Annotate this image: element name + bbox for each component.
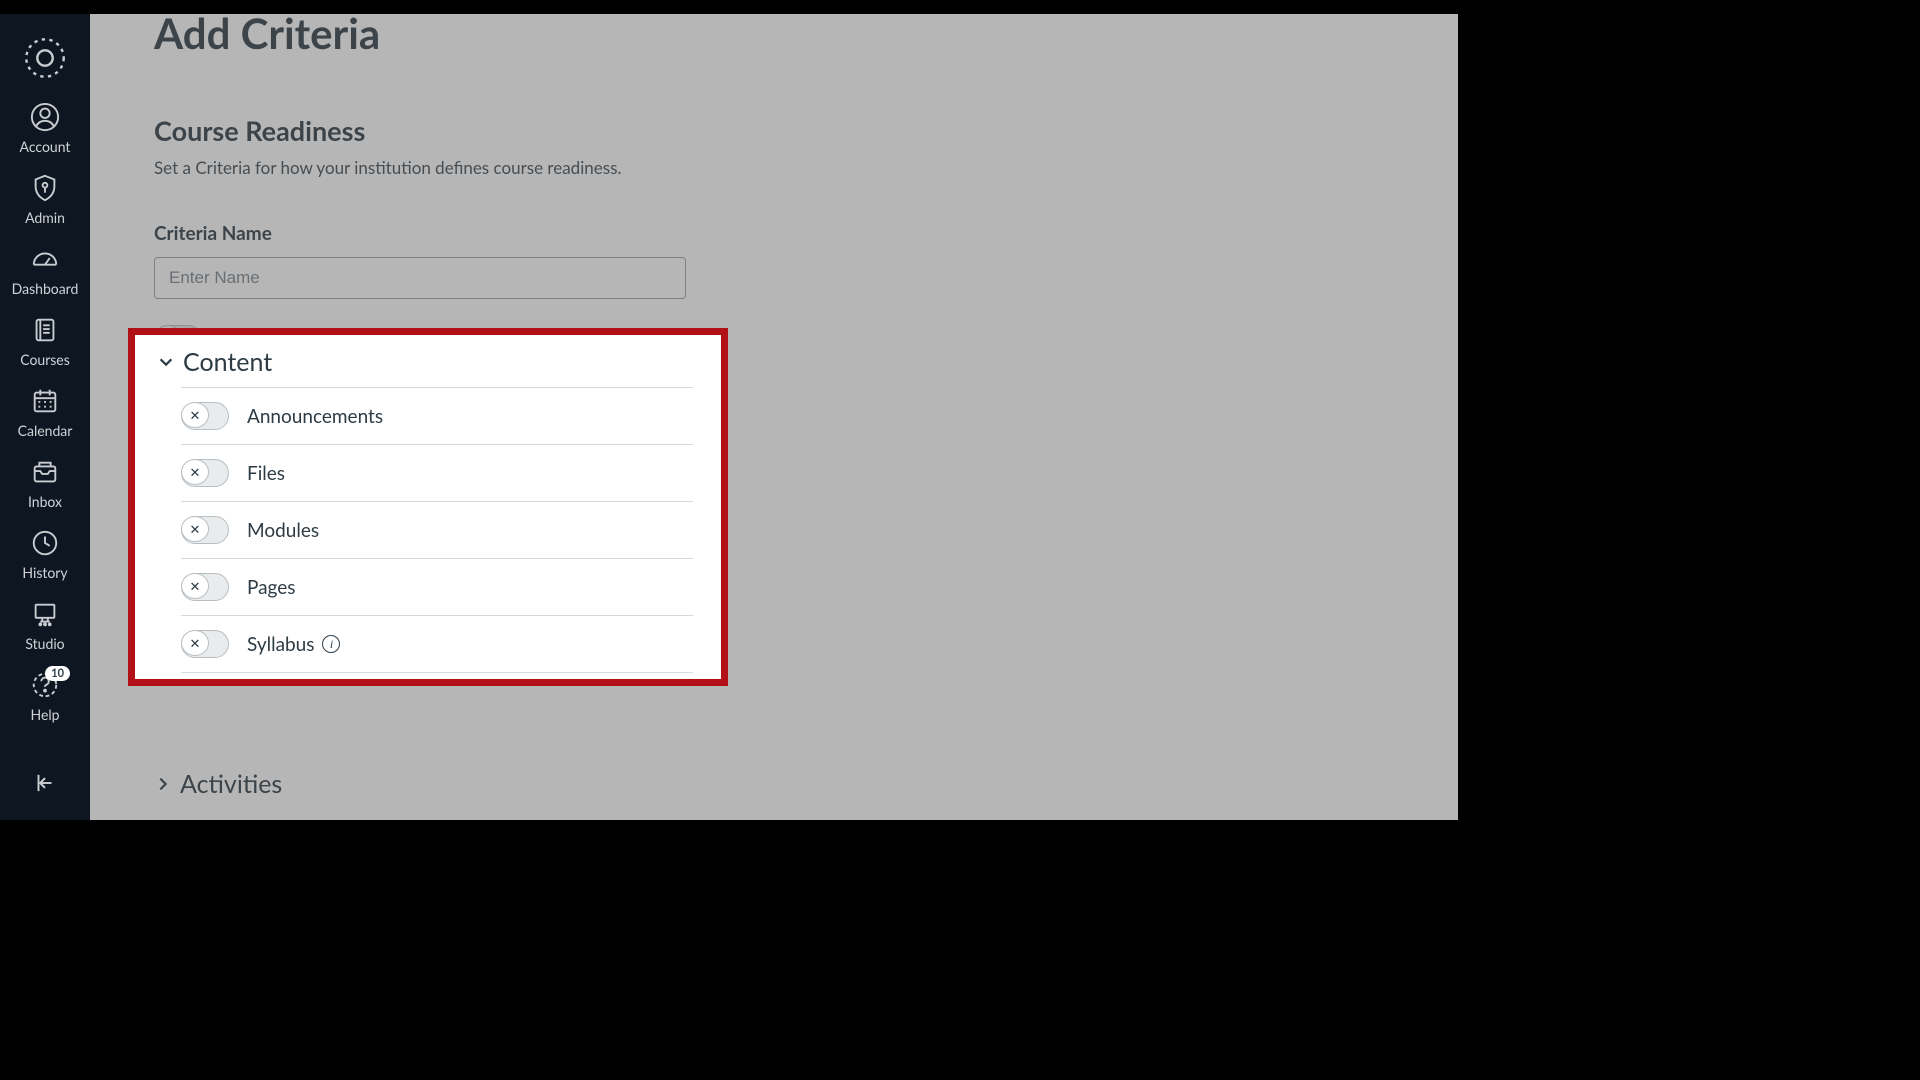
- content-title: Content: [183, 347, 272, 377]
- info-icon[interactable]: i: [322, 635, 340, 653]
- criteria-name-label: Criteria Name: [154, 222, 1458, 245]
- x-icon: ✕: [181, 459, 209, 485]
- nav-history[interactable]: History: [0, 520, 90, 591]
- x-icon: ✕: [181, 516, 209, 542]
- toggle-announcements[interactable]: ✕: [181, 402, 229, 430]
- content-collapsible-header[interactable]: Content: [157, 347, 693, 377]
- nav-label: Inbox: [28, 493, 62, 510]
- canvas-logo-icon[interactable]: [23, 36, 67, 80]
- content-item-files: ✕ Files: [181, 444, 693, 501]
- section-title: Course Readiness: [154, 114, 1458, 147]
- content-label: Syllabus i: [247, 633, 340, 656]
- nav-label: Calendar: [18, 422, 73, 439]
- content-item-pages: ✕ Pages: [181, 558, 693, 615]
- nav-account[interactable]: Account: [0, 94, 90, 165]
- nav-label: Studio: [25, 635, 64, 652]
- content-item-syllabus: ✕ Syllabus i: [181, 615, 693, 673]
- toggle-modules[interactable]: ✕: [181, 516, 229, 544]
- nav-calendar[interactable]: Calendar: [0, 378, 90, 449]
- nav-label: History: [22, 564, 67, 581]
- nav-admin[interactable]: Admin: [0, 165, 90, 236]
- nav-help[interactable]: 10 Help: [0, 662, 90, 733]
- page-title: Add Criteria: [154, 8, 1458, 58]
- content-section-highlight: Content ✕ Announcements ✕ Files: [128, 328, 728, 686]
- activities-collapsible-header[interactable]: Activities: [154, 769, 1458, 799]
- content-label: Files: [247, 462, 285, 485]
- x-icon: ✕: [181, 402, 209, 428]
- toggle-files[interactable]: ✕: [181, 459, 229, 487]
- nav-label: Admin: [25, 209, 65, 226]
- collapse-sidebar-button[interactable]: [0, 756, 90, 810]
- x-icon: ✕: [181, 630, 209, 656]
- content-label: Announcements: [247, 405, 383, 428]
- nav-label: Account: [20, 138, 71, 155]
- nav-courses[interactable]: Courses: [0, 307, 90, 378]
- nav-label: Dashboard: [12, 280, 79, 297]
- content-label: Modules: [247, 519, 319, 542]
- global-nav-sidebar: Account Admin Dashboard Courses: [0, 14, 90, 820]
- activities-title: Activities: [180, 769, 282, 799]
- section-description: Set a Criteria for how your institution …: [154, 157, 1458, 178]
- help-badge: 10: [45, 666, 70, 681]
- nav-label: Courses: [20, 351, 70, 368]
- chevron-down-icon: [157, 353, 175, 371]
- nav-inbox[interactable]: Inbox: [0, 449, 90, 520]
- content-item-announcements: ✕ Announcements: [181, 387, 693, 444]
- content-item-modules: ✕ Modules: [181, 501, 693, 558]
- criteria-name-input[interactable]: [154, 257, 686, 299]
- content-list: ✕ Announcements ✕ Files ✕ Modules: [181, 387, 693, 673]
- content-label: Pages: [247, 576, 296, 599]
- toggle-pages[interactable]: ✕: [181, 573, 229, 601]
- main-content: Add Criteria Course Readiness Set a Crit…: [90, 14, 1458, 820]
- nav-label: Help: [30, 706, 59, 723]
- x-icon: ✕: [181, 573, 209, 599]
- toggle-syllabus[interactable]: ✕: [181, 630, 229, 658]
- nav-studio[interactable]: Studio: [0, 591, 90, 662]
- chevron-right-icon: [154, 775, 172, 793]
- nav-dashboard[interactable]: Dashboard: [0, 236, 90, 307]
